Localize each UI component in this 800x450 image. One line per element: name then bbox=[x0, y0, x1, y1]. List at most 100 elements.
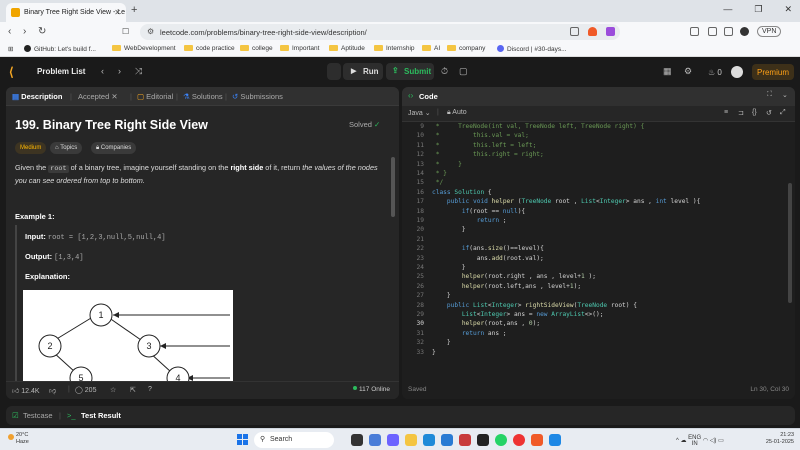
notes-icon[interactable]: ▢ bbox=[459, 66, 468, 77]
timer-icon[interactable]: ⏱ bbox=[441, 66, 448, 77]
premium-button[interactable]: Premium bbox=[752, 64, 794, 80]
close-window-icon[interactable]: ✕ bbox=[784, 4, 792, 15]
wifi-icon[interactable]: ◠ bbox=[703, 438, 708, 444]
share-icon[interactable]: ⇱ bbox=[130, 386, 136, 394]
fullscreen-icon[interactable]: ⤢ bbox=[780, 109, 786, 117]
bookmark-item[interactable]: company bbox=[447, 45, 485, 52]
bookmark-item[interactable]: college bbox=[240, 45, 273, 52]
bookmark-item[interactable]: Important bbox=[280, 45, 319, 52]
tab-solutions[interactable]: ⚗ Solutions bbox=[183, 92, 223, 101]
address-bar[interactable]: ⚙ leetcode.com/problems/binary-tree-righ… bbox=[140, 24, 620, 40]
topics-button[interactable]: ⌂ Topics bbox=[50, 142, 83, 154]
brave-shields-icon[interactable] bbox=[588, 27, 597, 36]
bookmark-item[interactable]: Aptitude bbox=[329, 45, 365, 52]
store-icon[interactable] bbox=[441, 434, 453, 446]
code-scrollbar[interactable] bbox=[787, 123, 793, 383]
back-icon[interactable]: ‹ bbox=[8, 26, 11, 37]
start-button[interactable] bbox=[237, 434, 249, 446]
tab-testcase[interactable]: Testcase bbox=[23, 411, 53, 420]
vscode-icon[interactable] bbox=[549, 434, 561, 446]
coins-count[interactable]: ♨ 0 bbox=[708, 68, 722, 77]
brave-icon[interactable] bbox=[531, 434, 543, 446]
bookmark-item[interactable]: AI bbox=[422, 45, 440, 52]
task-view-icon[interactable] bbox=[351, 434, 363, 446]
leetcode-logo-icon[interactable]: ⟨ bbox=[9, 65, 21, 79]
browser-tab[interactable]: Binary Tree Right Side View - Le ✕ bbox=[6, 3, 126, 22]
bookmark-item[interactable]: code practice bbox=[184, 45, 235, 52]
new-tab-icon[interactable]: + bbox=[131, 4, 137, 16]
description-scrollbar[interactable] bbox=[390, 107, 396, 379]
tab-submissions[interactable]: ↺ Submissions bbox=[232, 92, 283, 101]
tab-editorial[interactable]: ▢ Editorial bbox=[137, 92, 173, 101]
submit-button[interactable]: ⇪ Submit bbox=[386, 63, 434, 80]
code-panel: ‹› Code ⛶ ⌄ Java ⌄ | 🔒︎ Auto ≡ ⊐ {} ↺ ⤢ … bbox=[402, 87, 795, 399]
system-tray[interactable]: ^ ☁ ENG IN ◠ ◁) ▭ bbox=[676, 435, 724, 447]
companies-button[interactable]: 🔒︎ Companies bbox=[91, 142, 137, 154]
line-number: 9 bbox=[420, 123, 424, 130]
copilot-icon[interactable] bbox=[369, 434, 381, 446]
restore-icon[interactable]: ❐ bbox=[754, 4, 762, 15]
vpn-button[interactable]: VPN bbox=[757, 26, 782, 37]
tab-accepted[interactable]: Accepted ✕ bbox=[78, 92, 118, 101]
battery-icon[interactable]: ▭ bbox=[718, 438, 724, 444]
edge-icon[interactable] bbox=[423, 434, 435, 446]
close-tab-icon[interactable]: ✕ bbox=[111, 92, 117, 101]
next-problem-icon[interactable]: › bbox=[118, 66, 121, 76]
brave-rewards-icon[interactable] bbox=[606, 27, 615, 36]
tab-test-result[interactable]: Test Result bbox=[81, 411, 121, 420]
bookmark-item[interactable]: Discord | #30-days... bbox=[497, 45, 567, 53]
share-icon[interactable] bbox=[570, 27, 579, 36]
help-icon[interactable]: ? bbox=[148, 386, 152, 393]
code-editor[interactable]: 9 * TreeNode(int val, TreeNode left, Tre… bbox=[402, 123, 795, 383]
prev-problem-icon[interactable]: ‹ bbox=[101, 66, 104, 76]
whatsapp-icon[interactable] bbox=[495, 434, 507, 446]
braces-icon[interactable]: {} bbox=[752, 109, 757, 116]
cloud-icon[interactable]: ☁ bbox=[680, 438, 688, 444]
layout-icon[interactable]: ▦ bbox=[663, 66, 672, 77]
favorite-icon[interactable]: ☆ bbox=[110, 386, 116, 394]
shuffle-icon[interactable]: ⤨ bbox=[135, 66, 142, 77]
problem-list-link[interactable]: Problem List bbox=[37, 67, 85, 76]
bookmark-icon[interactable]: ⊐ bbox=[738, 109, 744, 117]
language-select[interactable]: Java ⌄ bbox=[408, 109, 431, 117]
comments-button[interactable]: ◯ 205 bbox=[75, 386, 96, 394]
maximize-icon[interactable]: ⛶ bbox=[767, 91, 772, 99]
wallet-icon[interactable] bbox=[708, 27, 717, 36]
apps-icon[interactable]: ⊞ bbox=[8, 45, 13, 53]
terminal-app-icon[interactable] bbox=[477, 434, 489, 446]
forward-icon[interactable]: › bbox=[23, 26, 26, 37]
teams-icon[interactable] bbox=[387, 434, 399, 446]
comment-icon: ◯ bbox=[75, 387, 85, 394]
bookmark-item[interactable]: GitHub: Let's build f... bbox=[24, 45, 96, 53]
minimize-icon[interactable]: — bbox=[723, 4, 732, 15]
debug-button[interactable] bbox=[327, 63, 341, 80]
reset-icon[interactable]: ↺ bbox=[766, 109, 772, 117]
clock[interactable]: 21:23 25-01-2025 bbox=[766, 432, 794, 446]
format-icon[interactable]: ≡ bbox=[724, 109, 728, 116]
auto-mode-toggle[interactable]: 🔒︎ Auto bbox=[447, 109, 467, 117]
sidebar-toggle-icon[interactable] bbox=[690, 27, 699, 36]
extensions-icon[interactable] bbox=[724, 27, 733, 36]
settings-icon[interactable]: ⚙ bbox=[684, 66, 692, 77]
tab-description[interactable]: ▤ Description bbox=[12, 92, 62, 101]
close-tab-icon[interactable]: ✕ bbox=[114, 8, 121, 17]
run-button[interactable]: ▶ Run bbox=[343, 63, 383, 80]
reload-icon[interactable]: ↻ bbox=[38, 26, 46, 37]
app-icon[interactable] bbox=[513, 434, 525, 446]
avatar[interactable] bbox=[731, 66, 743, 78]
weather-widget[interactable]: 20°C Haze bbox=[8, 432, 29, 446]
language-indicator[interactable]: ENG IN bbox=[688, 435, 701, 447]
code-tab-label[interactable]: Code bbox=[419, 92, 438, 101]
bookmark-icon[interactable]: ☐ bbox=[122, 27, 129, 36]
collapse-icon[interactable]: ⌄ bbox=[782, 91, 788, 99]
profile-icon[interactable] bbox=[740, 27, 749, 36]
site-info-icon[interactable]: ⚙ bbox=[147, 27, 154, 36]
volume-icon[interactable]: ◁) bbox=[710, 438, 717, 444]
dislike-button[interactable]: 👎︎ bbox=[49, 386, 56, 395]
file-explorer-icon[interactable] bbox=[405, 434, 417, 446]
taskbar-search[interactable]: ⚲ Search bbox=[254, 432, 334, 448]
office-icon[interactable] bbox=[459, 434, 471, 446]
bookmark-item[interactable]: WebDevelopment bbox=[112, 45, 176, 52]
bookmark-item[interactable]: Internship bbox=[374, 45, 415, 52]
like-button[interactable]: 👍︎ 12.4K bbox=[12, 386, 40, 395]
